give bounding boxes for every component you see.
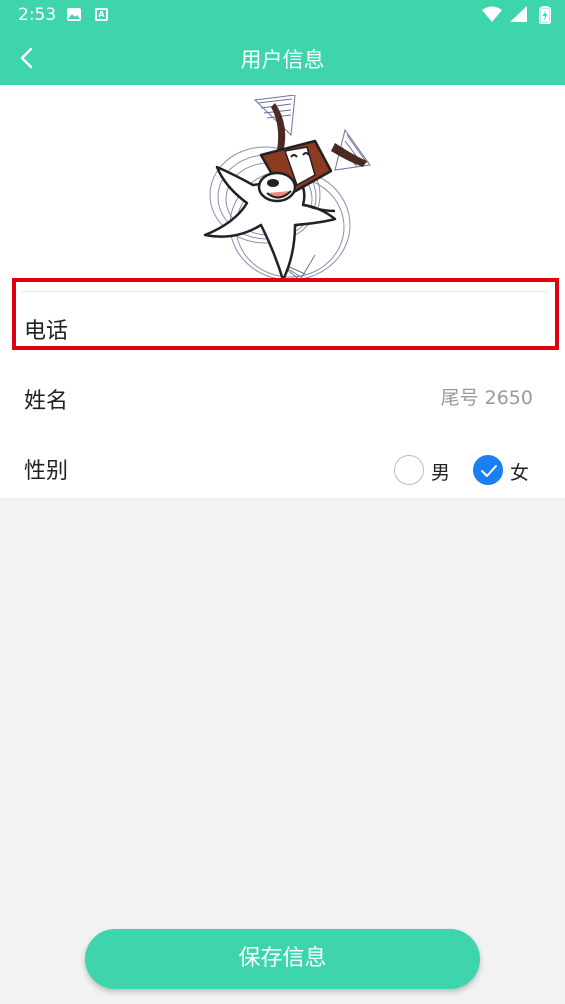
a-icon: A [95,8,108,21]
profile-card: 电话 姓名 性别 男 女 [0,85,565,498]
gender-option-label: 男 [431,462,451,484]
gender-radio-female[interactable]: 女 [473,455,533,485]
radio-unchecked-icon [394,455,424,485]
app-bar: 用户信息 [0,30,565,85]
cartoon-dog-avatar-icon [203,94,371,282]
save-button[interactable]: 保存信息 [85,929,480,989]
avatar-divider [22,291,546,292]
status-bar: 2:53 A [0,0,565,30]
name-input[interactable] [293,383,533,413]
wifi-icon [481,6,502,22]
status-time: 2:53 [18,5,57,25]
phone-label: 电话 [24,319,69,344]
screen: 2:53 A 用户信息 电话 姓名 尾号 2650 性别 男 女 保存信息 [0,0,565,1004]
image-icon [67,8,81,21]
avatar[interactable] [195,94,380,285]
battery-charging-icon [539,6,551,24]
gender-row: 性别 男 女 [0,433,565,501]
gender-radio-male[interactable]: 男 [394,455,454,485]
phone-row[interactable]: 电话 [0,293,565,353]
gender-option-label: 女 [510,462,530,484]
system-icons [481,6,551,24]
gender-label: 性别 [24,459,69,484]
radio-checked-icon [473,455,503,485]
checkmark-icon [481,465,497,477]
signal-icon [509,6,527,22]
name-label: 姓名 [24,389,69,414]
name-row: 姓名 [0,363,565,431]
page-title: 用户信息 [240,48,325,72]
